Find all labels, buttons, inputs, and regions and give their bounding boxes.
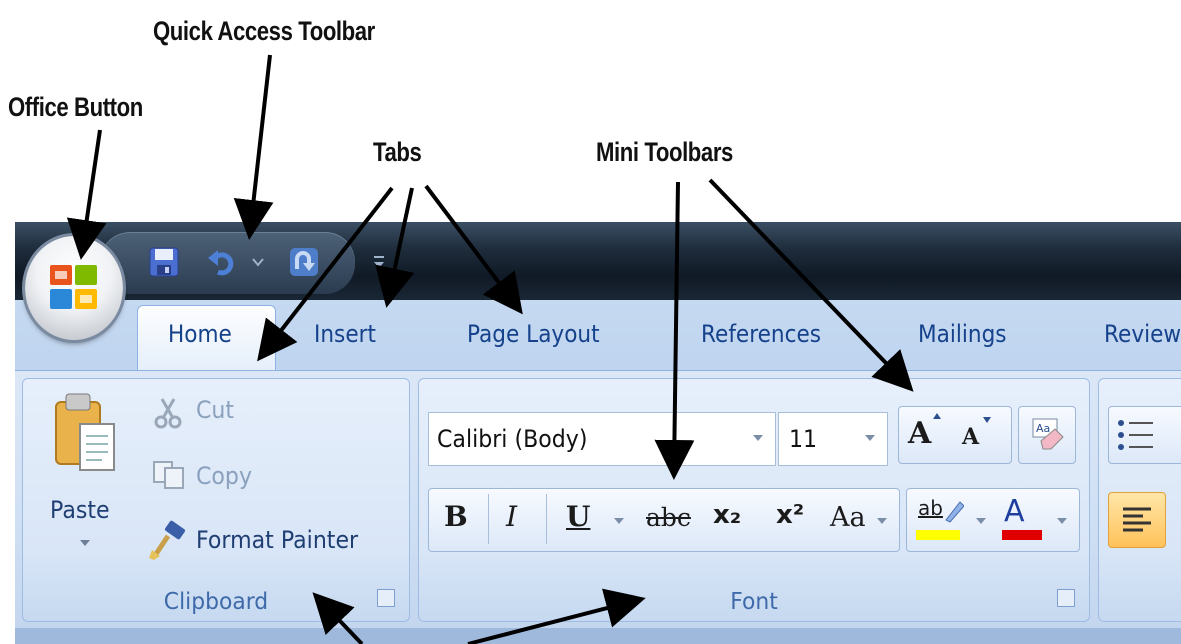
arrow-mini-toolbar-size: [708, 178, 914, 392]
arrow-clipboard-group: [312, 592, 364, 644]
arrow-font-group: [467, 588, 646, 644]
arrow-office-button: [66, 129, 107, 260]
arrow-tab-page-layout: [424, 184, 523, 315]
arrow-tab-home: [257, 186, 394, 362]
annotation-arrows: [66, 54, 914, 644]
arrow-tab-insert: [375, 187, 415, 308]
arrow-quick-access-toolbar: [233, 54, 274, 240]
arrow-mini-toolbar-format: [654, 181, 695, 480]
